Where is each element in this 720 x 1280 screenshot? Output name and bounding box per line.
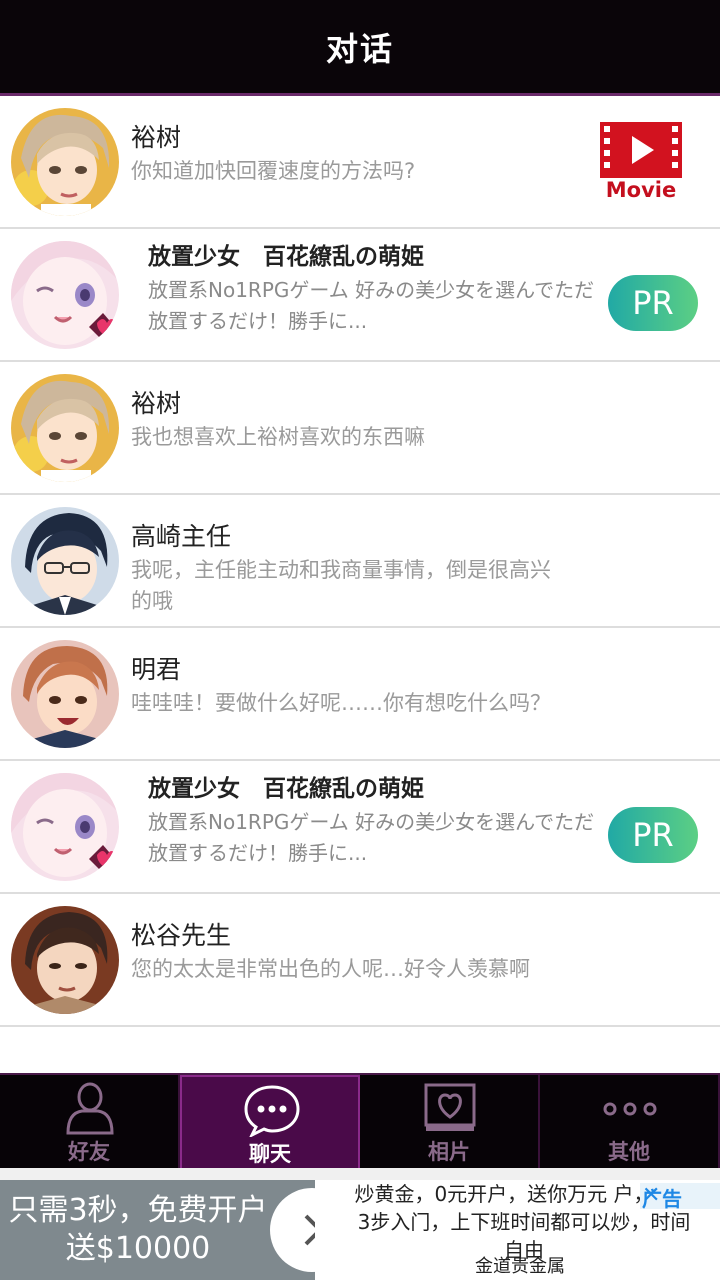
chat-bubble-icon bbox=[244, 1085, 300, 1137]
tab-chat[interactable]: 聊天 bbox=[180, 1075, 360, 1170]
conversation-list: 裕树 你知道加快回覆速度的方法吗? Movie 放置少女 百花繚乱の萌姫 放置系… bbox=[0, 96, 720, 1027]
tab-more[interactable]: 其他 bbox=[540, 1075, 720, 1170]
tab-label: 其他 bbox=[608, 1140, 650, 1164]
ad-banner[interactable]: 只需3秒，免费开户送$10000 炒黄金，0元开户，送你万元 户，新手3步入门，… bbox=[0, 1180, 720, 1280]
yuki-avatar bbox=[11, 108, 119, 216]
pr-badge[interactable]: PR bbox=[608, 275, 698, 331]
pr-badge[interactable]: PR bbox=[608, 807, 698, 863]
conversation-row[interactable]: 裕树 你知道加快回覆速度的方法吗? Movie bbox=[0, 96, 720, 229]
conversation-row[interactable]: 松谷先生 您的太太是非常出色的人呢…好令人羡慕啊 bbox=[0, 894, 720, 1027]
moe-girl-avatar bbox=[11, 773, 119, 881]
movie-label[interactable]: Movie bbox=[600, 178, 682, 202]
ad-label: 广告 ✕ bbox=[640, 1183, 720, 1211]
message-preview: 您的太太是非常出色的人呢…好令人羡慕啊 bbox=[131, 957, 530, 981]
ad-advertiser: 金道贵金属 bbox=[475, 1256, 565, 1277]
heart-photo-icon bbox=[424, 1083, 476, 1131]
conversation-row[interactable]: 明君 哇哇哇！要做什么好呢……你有想吃什么吗？ bbox=[0, 628, 720, 761]
more-dots-icon bbox=[603, 1102, 657, 1116]
contact-name: 明君 bbox=[131, 655, 182, 684]
app-name: 放置少女 百花繚乱の萌姫 bbox=[148, 776, 424, 802]
bottom-tab-bar: 好友 聊天 相片 其他 bbox=[0, 1073, 720, 1170]
tab-label: 好友 bbox=[68, 1140, 110, 1164]
sponsored-row[interactable]: 放置少女 百花繚乱の萌姫 放置系No1RPGゲーム 好みの美少女を選んでただ放置… bbox=[0, 229, 720, 362]
message-preview: 你知道加快回覆速度的方法吗? bbox=[131, 159, 416, 183]
tab-photos[interactable]: 相片 bbox=[360, 1075, 540, 1170]
yuki-avatar bbox=[11, 374, 119, 482]
close-icon[interactable]: ✕ bbox=[642, 1183, 660, 1208]
app-description: 放置系No1RPGゲーム 好みの美少女を選んでただ放置するだけ！勝手に... bbox=[148, 278, 595, 333]
moe-girl-avatar bbox=[11, 241, 119, 349]
contact-name: 松谷先生 bbox=[131, 921, 232, 950]
tab-label: 相片 bbox=[428, 1140, 470, 1164]
sponsored-row[interactable]: 放置少女 百花繚乱の萌姫 放置系No1RPGゲーム 好みの美少女を選んでただ放置… bbox=[0, 761, 720, 894]
person-icon bbox=[66, 1082, 114, 1135]
takasaki-avatar bbox=[11, 507, 119, 615]
message-preview: 哇哇哇！要做什么好呢……你有想吃什么吗？ bbox=[131, 691, 551, 715]
ad-headline: 只需3秒，免费开户送$10000 bbox=[8, 1193, 268, 1266]
app-description: 放置系No1RPGゲーム 好みの美少女を選んでただ放置するだけ！勝手に... bbox=[148, 810, 595, 865]
conversation-row[interactable]: 高崎主任 我呢，主任能主动和我商量事情，倒是很高兴的哦 bbox=[0, 495, 720, 628]
separator bbox=[0, 1168, 720, 1180]
tab-friends[interactable]: 好友 bbox=[0, 1075, 180, 1170]
message-preview: 我也想喜欢上裕树喜欢的东西嘛 bbox=[131, 425, 425, 449]
ad-left-panel[interactable]: 只需3秒，免费开户送$10000 bbox=[0, 1180, 315, 1280]
page-title: 对话 bbox=[325, 29, 394, 68]
message-preview: 我呢，主任能主动和我商量事情，倒是很高兴的哦 bbox=[131, 558, 551, 613]
app-name: 放置少女 百花繚乱の萌姫 bbox=[148, 244, 424, 270]
contact-name: 裕树 bbox=[131, 389, 182, 418]
matsutani-avatar bbox=[11, 906, 119, 1014]
conversation-row[interactable]: 裕树 我也想喜欢上裕树喜欢的东西嘛 bbox=[0, 362, 720, 495]
tab-label: 聊天 bbox=[249, 1142, 291, 1166]
akira-avatar bbox=[11, 640, 119, 748]
top-bar: 对话 bbox=[0, 0, 720, 96]
contact-name: 裕树 bbox=[131, 123, 182, 152]
contact-name: 高崎主任 bbox=[131, 522, 232, 551]
